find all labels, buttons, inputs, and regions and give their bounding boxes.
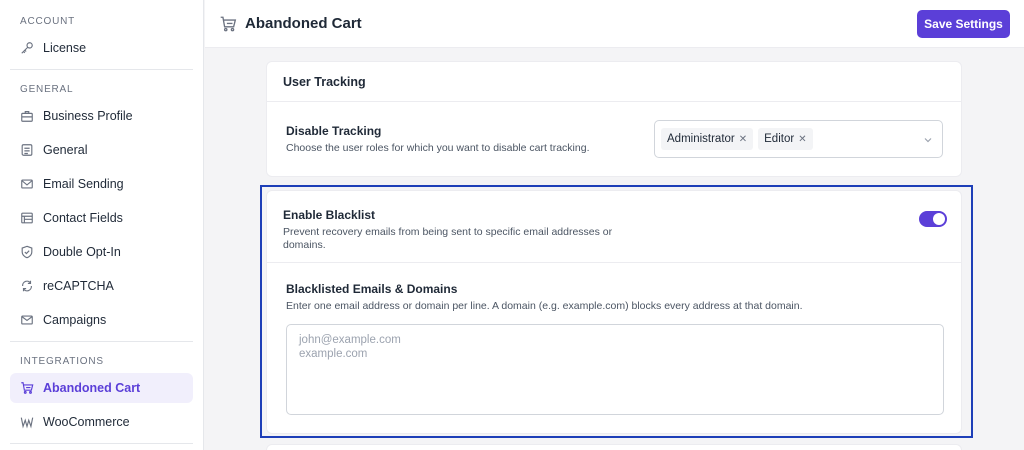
enable-blacklist-description: Prevent recovery emails from being sent … xyxy=(283,226,613,251)
enable-blacklist-toggle[interactable] xyxy=(919,211,947,227)
disable-tracking-description: Choose the user roles for which you want… xyxy=(286,142,590,154)
cart-icon xyxy=(20,381,34,395)
sidebar-item-double-opt-in[interactable]: Double Opt-In xyxy=(10,237,193,267)
user-roles-multiselect[interactable]: Administrator ✕ Editor ✕ xyxy=(654,120,943,158)
sidebar-item-label: Contact Fields xyxy=(43,211,123,225)
blacklist-card: Enable Blacklist Prevent recovery emails… xyxy=(266,190,962,434)
section-heading-account: ACCOUNT xyxy=(20,16,76,27)
role-tag-editor: Editor ✕ xyxy=(758,128,813,150)
page-header: Abandoned Cart Save Settings xyxy=(205,0,1024,48)
role-tag-administrator: Administrator ✕ xyxy=(661,128,754,150)
card-title: User Tracking xyxy=(267,62,961,102)
sidebar-item-label: Double Opt-In xyxy=(43,245,121,259)
sidebar-item-label: License xyxy=(43,41,87,55)
remove-tag-icon[interactable]: ✕ xyxy=(798,134,806,145)
disable-tracking-label: Disable Tracking xyxy=(286,124,382,138)
sidebar-item-business-profile[interactable]: Business Profile xyxy=(10,101,193,131)
sidebar-item-general[interactable]: General xyxy=(10,135,193,165)
sidebar-item-label: General xyxy=(43,143,88,157)
document-icon xyxy=(20,143,34,157)
sidebar-item-label: Campaigns xyxy=(43,313,107,327)
mail-icon xyxy=(20,313,34,327)
blacklisted-emails-label: Blacklisted Emails & Domains xyxy=(286,282,458,296)
tag-label: Administrator xyxy=(667,133,735,145)
woocommerce-icon xyxy=(20,415,34,429)
key-icon xyxy=(20,41,34,55)
shield-check-icon xyxy=(20,245,34,259)
table-icon xyxy=(20,211,34,225)
sidebar-item-woocommerce[interactable]: WooCommerce xyxy=(10,407,193,437)
section-divider xyxy=(267,262,961,263)
sidebar-item-label: Business Profile xyxy=(43,109,133,123)
blacklist-textarea[interactable] xyxy=(286,324,944,415)
next-card xyxy=(266,444,962,450)
toggle-knob xyxy=(933,213,945,225)
briefcase-icon xyxy=(20,109,34,123)
sidebar-item-license[interactable]: License xyxy=(10,33,193,63)
sidebar-divider xyxy=(10,443,193,444)
recaptcha-icon xyxy=(20,279,34,293)
cart-icon xyxy=(219,15,237,33)
page-title: Abandoned Cart xyxy=(245,15,362,32)
sidebar-item-contact-fields[interactable]: Contact Fields xyxy=(10,203,193,233)
remove-tag-icon[interactable]: ✕ xyxy=(739,134,747,145)
save-settings-button[interactable]: Save Settings xyxy=(917,10,1010,38)
sidebar: ACCOUNT License GENERAL Business Profile… xyxy=(0,0,204,450)
sidebar-item-label: WooCommerce xyxy=(43,415,130,429)
sidebar-item-recaptcha[interactable]: reCAPTCHA xyxy=(10,271,193,301)
tag-label: Editor xyxy=(764,133,795,145)
sidebar-item-label: Email Sending xyxy=(43,177,124,191)
sidebar-item-email-sending[interactable]: Email Sending xyxy=(10,169,193,199)
sidebar-item-label: Abandoned Cart xyxy=(43,381,141,395)
section-heading-general: GENERAL xyxy=(20,84,74,95)
envelope-icon xyxy=(20,177,34,191)
chevron-down-icon xyxy=(922,133,934,145)
blacklisted-emails-description: Enter one email address or domain per li… xyxy=(286,300,803,312)
sidebar-item-abandoned-cart[interactable]: Abandoned Cart xyxy=(10,373,193,403)
user-tracking-card: User Tracking Disable Tracking Choose th… xyxy=(266,61,962,177)
enable-blacklist-label: Enable Blacklist xyxy=(283,208,376,222)
section-heading-integrations: INTEGRATIONS xyxy=(20,356,104,367)
sidebar-item-campaigns[interactable]: Campaigns xyxy=(10,305,193,335)
sidebar-item-label: reCAPTCHA xyxy=(43,279,114,293)
